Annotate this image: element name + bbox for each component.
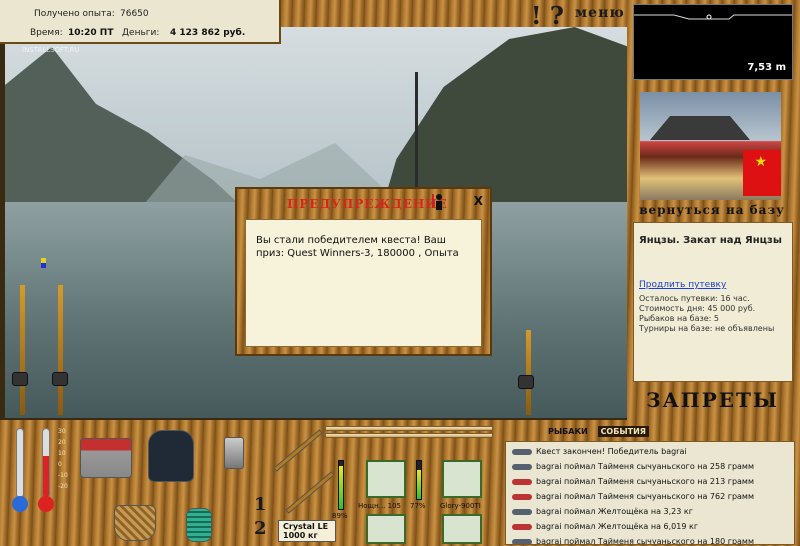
fish-icon [512, 448, 532, 455]
menu-button[interactable]: меню [575, 5, 625, 21]
time-label: Время: [30, 28, 63, 38]
money-value: 4 123 862 руб. [170, 28, 246, 38]
bait-slot[interactable] [366, 514, 406, 544]
reel-icon [518, 375, 534, 389]
dialog-title: ПРЕДУПРЕЖДЕНИЕ [287, 197, 448, 211]
fish-icon [512, 493, 532, 500]
location-info-panel: Янцзы. Закат над Янцзы Продлить путевку … [633, 222, 793, 382]
air-thermometer-bulb [12, 496, 28, 512]
slot-number-1[interactable]: 1 [254, 494, 267, 515]
depth-value: 7,53 m [747, 62, 786, 73]
experience-label: Получено опыта: [34, 9, 115, 19]
reel-icon [12, 372, 28, 386]
fishing-rod-2[interactable] [58, 285, 63, 415]
water-thermometer-bulb [38, 496, 54, 512]
depth-map[interactable]: 7,53 m [633, 4, 793, 80]
lure-slot[interactable] [442, 460, 482, 498]
fish-slot[interactable] [442, 514, 482, 544]
rod-name: Crystal LE [283, 522, 329, 531]
pagoda-roof [650, 116, 750, 140]
log-text: Квест закончен! Победитель bagrai [536, 447, 687, 456]
event-log[interactable]: Квест закончен! Победитель bagrai bagrai… [505, 441, 795, 545]
tick-label: 0 [58, 461, 62, 468]
float-icon[interactable] [41, 258, 46, 268]
log-tabs: РЫБАКИ СОБЫТИЯ [545, 426, 653, 438]
rod-slots[interactable] [325, 426, 493, 446]
reel-caption: Нощн... 105 [358, 502, 401, 510]
fish-icon [512, 463, 532, 470]
player-info-panel: Получено опыта: 76650 Время: 10:20 ПТ Де… [0, 0, 281, 44]
log-text: bagrai поймал Желтощёка на 3,23 кг [536, 507, 693, 516]
phone-icon[interactable] [224, 437, 244, 469]
log-row: Квест закончен! Победитель bagrai [512, 447, 687, 459]
top-bar: ! ? меню [281, 0, 627, 30]
fishing-rod-3[interactable] [526, 330, 531, 415]
log-text: bagrai поймал Тайменя сычуаньского на 18… [536, 537, 754, 545]
tick-label: -20 [58, 483, 68, 490]
log-row: bagrai поймал Тайменя сычуаньского на 21… [512, 477, 754, 489]
rod-percent: 89% [332, 512, 348, 520]
thermometer-scale: 30 20 10 0 -10 -20 [58, 426, 72, 492]
log-row: bagrai поймал Тайменя сычуаньского на 25… [512, 462, 754, 474]
tick-label: 30 [58, 428, 66, 435]
watermark-text: INSTALLSOFT.RU [22, 46, 80, 54]
log-text: bagrai поймал Тайменя сычуаньского на 25… [536, 462, 754, 471]
return-to-base-button[interactable]: вернуться на базу [633, 200, 791, 220]
reel-slot[interactable] [366, 460, 406, 498]
extend-link-wrap: Продлить путевку [639, 280, 726, 290]
close-button[interactable]: X [474, 194, 483, 208]
reel-icon [52, 372, 68, 386]
tournaments-status: Турниры на базе: не объявлены [639, 324, 775, 333]
location-photo: ★ [640, 92, 781, 200]
rod-slot-bar[interactable] [325, 433, 493, 438]
air-thermometer [16, 428, 24, 498]
help-button[interactable]: ! ? [531, 1, 564, 30]
tick-label: 10 [58, 450, 66, 457]
location-title: Янцзы. Закат над Янцзы [639, 235, 782, 246]
warning-dialog: ПРЕДУПРЕЖДЕНИЕ X Вы стали победителем кв… [235, 187, 492, 356]
log-row: bagrai поймал Тайменя сычуаньского на 18… [512, 537, 754, 545]
dialog-message: Вы стали победителем квеста! Ваш приз: Q… [245, 219, 482, 347]
fish-icon [512, 478, 532, 485]
bans-button[interactable]: ЗАПРЕТЫ [640, 388, 785, 414]
slot-number-2[interactable]: 2 [254, 518, 267, 539]
basket-icon[interactable] [114, 505, 156, 541]
backpack-icon[interactable] [148, 430, 194, 482]
time-value: 10:20 ПТ [68, 28, 114, 38]
fisherman-icon [432, 194, 442, 210]
line-gauge [416, 460, 422, 500]
tackle-box-icon[interactable] [80, 438, 132, 478]
fish-icon [512, 523, 532, 530]
log-text: bagrai поймал Желтощёка на 6,019 кг [536, 522, 699, 531]
log-text: bagrai поймал Тайменя сычуаньского на 21… [536, 477, 754, 486]
permit-remaining: Осталось путевки: 16 час. [639, 294, 750, 303]
water-thermometer [42, 428, 50, 498]
log-row: bagrai поймал Желтощёка на 3,23 кг [512, 507, 693, 519]
fish-icon [512, 538, 532, 544]
money-label: Деньги: [122, 28, 160, 38]
fishermen-count: Рыбаков на базе: 5 [639, 314, 719, 323]
rod-load: 1000 кг [283, 531, 318, 540]
rod-label: Crystal LE 1000 кг [278, 520, 336, 542]
log-row: bagrai поймал Желтощёка на 6,019 кг [512, 522, 698, 534]
star-icon: ★ [754, 154, 767, 170]
fishing-rod-1[interactable] [20, 285, 25, 415]
lure-caption: Glory-900TI [440, 502, 481, 510]
tick-label: -10 [58, 472, 68, 479]
keepnet-icon[interactable] [186, 508, 212, 542]
extend-permit-link[interactable]: Продлить путевку [639, 280, 726, 290]
tab-events[interactable]: СОБЫТИЯ [597, 426, 649, 437]
day-cost: Стоимость дня: 45 000 руб. [639, 304, 756, 313]
log-text: bagrai поймал Тайменя сычуаньского на 76… [536, 492, 754, 501]
line-percent: 77% [410, 502, 426, 510]
tick-label: 20 [58, 439, 66, 446]
dialog-header: ПРЕДУПРЕЖДЕНИЕ X [237, 189, 490, 219]
rod-gauge [338, 460, 344, 510]
fish-icon [512, 508, 532, 515]
tab-fishermen[interactable]: РЫБАКИ [545, 426, 591, 437]
experience-value: 76650 [120, 9, 149, 19]
rod-slot-bar[interactable] [325, 426, 493, 431]
log-row: bagrai поймал Тайменя сычуаньского на 76… [512, 492, 754, 504]
